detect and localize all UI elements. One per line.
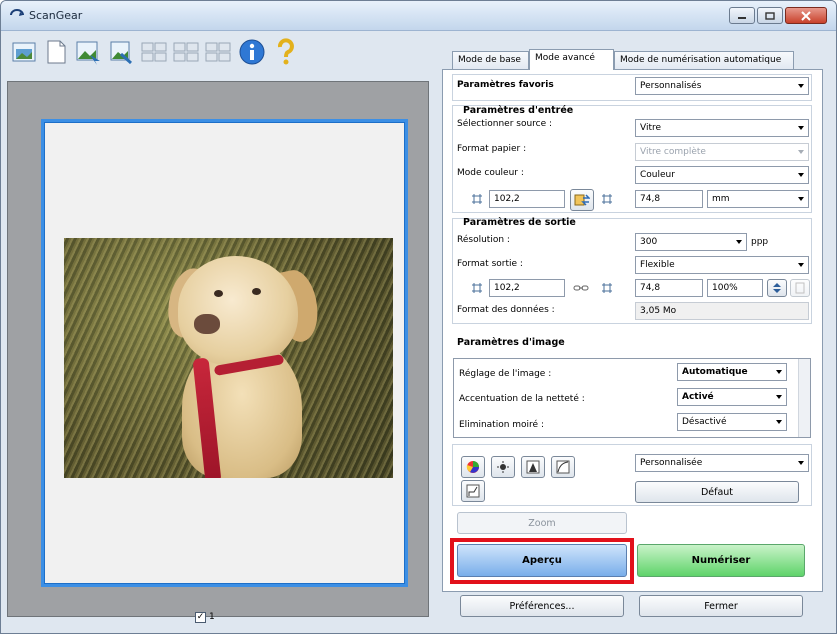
scangear-icon	[10, 9, 24, 16]
output-format-label: Format sortie :	[457, 259, 523, 269]
crop-icon[interactable]	[105, 37, 135, 67]
output-format-select[interactable]: Flexible	[635, 256, 809, 274]
input-width-field[interactable]: 102,2	[489, 190, 565, 208]
histogram-button[interactable]	[521, 456, 545, 478]
tab-advanced-mode[interactable]: Mode avancé	[529, 49, 614, 70]
chevron-down-icon	[776, 370, 782, 374]
chevron-down-icon	[798, 173, 804, 177]
maximize-icon	[765, 11, 775, 20]
preferences-button[interactable]: Préférences...	[460, 595, 624, 617]
output-height-field[interactable]: 74,8	[635, 279, 703, 297]
height-icon	[602, 194, 612, 204]
source-select[interactable]: Vitre	[635, 119, 809, 137]
grid-icon[interactable]	[171, 37, 201, 67]
output-width-field[interactable]: 102,2	[489, 279, 565, 297]
input-height-field[interactable]: 74,8	[635, 190, 703, 208]
scale-field[interactable]: 100%	[707, 279, 763, 297]
grid-icon[interactable]	[139, 37, 169, 67]
chevron-down-icon	[798, 263, 804, 267]
height-icon	[602, 283, 612, 293]
chevron-down-icon	[776, 420, 782, 424]
width-icon	[472, 283, 482, 293]
fit-size-button[interactable]	[790, 279, 810, 297]
histogram-icon	[526, 460, 540, 474]
image-adjust-select[interactable]: Automatique	[677, 363, 787, 381]
tab-auto-scan-mode[interactable]: Mode de numérisation automatique	[614, 51, 794, 69]
minimize-icon	[738, 16, 746, 19]
color-wheel-icon	[466, 461, 479, 473]
color-mode-select[interactable]: Couleur	[635, 166, 809, 184]
moire-label: Elimination moiré :	[459, 420, 544, 430]
page-checkbox[interactable]: ✓	[195, 612, 206, 623]
spin-up-down[interactable]	[767, 279, 787, 297]
threshold-button[interactable]	[461, 480, 485, 502]
sharpen-select[interactable]: Activé	[677, 388, 787, 406]
paper-size-label: Format papier :	[457, 144, 527, 154]
input-settings-title: Paramètres d'entrée	[463, 105, 574, 116]
tone-curve-button[interactable]	[551, 456, 575, 478]
title-bar: ScanGear	[1, 1, 836, 31]
full-image-icon[interactable]	[9, 37, 39, 67]
data-size-value: 3,05 Mo	[635, 302, 809, 320]
brightness-icon	[497, 461, 509, 473]
output-settings-title: Paramètres de sortie	[463, 217, 576, 228]
default-button[interactable]: Défaut	[635, 481, 799, 503]
image-adjust-label: Réglage de l'image :	[459, 369, 552, 379]
grid-icon[interactable]	[203, 37, 233, 67]
chevron-down-icon	[798, 197, 804, 201]
swap-orientation-button[interactable]	[570, 189, 594, 211]
favorites-select[interactable]: Personnalisés	[635, 77, 809, 95]
tone-preset-select[interactable]: Personnalisée	[635, 454, 809, 472]
sharpen-label: Accentuation de la netteté :	[459, 394, 585, 404]
unit-select[interactable]: mm	[707, 190, 809, 208]
resolution-label: Résolution :	[457, 235, 510, 245]
close-window-button[interactable]	[785, 7, 827, 24]
help-icon[interactable]	[271, 37, 301, 67]
favorites-label: Paramètres favoris	[457, 80, 554, 90]
brightness-contrast-button[interactable]	[491, 456, 515, 478]
image-settings-scrollbar[interactable]	[798, 359, 810, 437]
data-size-label: Format des données :	[457, 305, 555, 315]
maximize-button[interactable]	[757, 7, 783, 24]
chevron-down-icon	[776, 395, 782, 399]
preview-image	[64, 238, 393, 478]
fit-icon	[795, 282, 805, 294]
chevron-down-icon	[736, 240, 742, 244]
image-settings-title: Paramètres d'image	[457, 337, 565, 348]
preview-page[interactable]	[41, 119, 408, 587]
preview-area[interactable]: ✓ 1	[7, 81, 429, 623]
tone-curve-icon	[556, 460, 570, 474]
window-title: ScanGear	[29, 9, 83, 22]
tab-basic-mode[interactable]: Mode de base	[452, 51, 529, 69]
threshold-icon	[466, 484, 480, 498]
close-icon	[801, 10, 811, 21]
chevron-down-icon	[798, 126, 804, 130]
moire-select[interactable]: Désactivé	[677, 413, 787, 431]
scangear-window: ScanGear ✓ 1 Mode de base Mode avancé Mo…	[0, 0, 837, 634]
spinner-icon	[773, 283, 781, 293]
resolution-select[interactable]: 300	[635, 233, 747, 251]
width-icon	[472, 194, 482, 204]
chevron-down-icon	[798, 461, 804, 465]
page-number: 1	[209, 612, 215, 622]
resolution-unit: ppp	[751, 237, 769, 247]
scan-thumb-icon[interactable]	[73, 37, 103, 67]
chevron-down-icon	[798, 84, 804, 88]
color-mode-label: Mode couleur :	[457, 168, 524, 178]
paper-size-select: Vitre complète	[635, 143, 809, 161]
saturation-balance-button[interactable]	[461, 456, 485, 478]
chevron-down-icon	[798, 150, 804, 154]
link-icon[interactable]	[573, 282, 589, 294]
info-icon[interactable]	[237, 37, 267, 67]
close-button[interactable]: Fermer	[639, 595, 803, 617]
minimize-button[interactable]	[729, 7, 755, 24]
swap-icon	[574, 194, 590, 206]
scan-button[interactable]: Numériser	[637, 544, 805, 577]
zoom-button[interactable]: Zoom	[457, 512, 627, 534]
source-label: Sélectionner source :	[457, 119, 553, 129]
preview-highlight	[450, 538, 634, 584]
page-icon[interactable]	[41, 37, 71, 67]
